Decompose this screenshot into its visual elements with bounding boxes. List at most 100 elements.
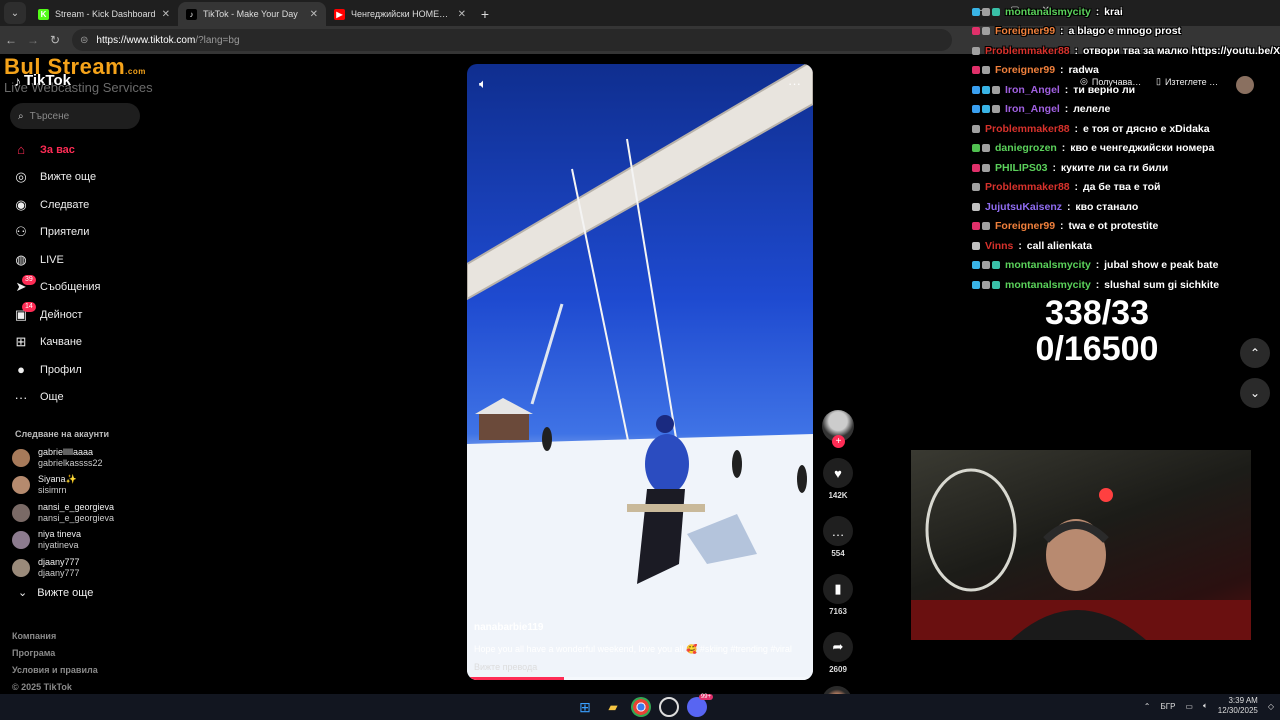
chat-text: a blago e mnogo prost	[1068, 25, 1182, 38]
video-progress-bar[interactable]	[467, 677, 813, 680]
tab-close-icon[interactable]: ✕	[310, 9, 318, 20]
follow-plus-icon[interactable]: +	[832, 435, 845, 448]
site-info-icon[interactable]: ⊜	[80, 35, 88, 46]
see-translation-link[interactable]: Вижте превода	[474, 662, 806, 672]
volume-tray-icon[interactable]: 🔈︎	[1203, 701, 1208, 711]
home-icon: ⌂	[17, 142, 25, 158]
bookmark-icon[interactable]: ▮	[823, 574, 853, 604]
nav-item-friends[interactable]: ⚇ Приятели	[12, 219, 178, 247]
nav-item-live[interactable]: ◍ LIVE	[12, 246, 178, 274]
account-username: nansi_e_georgieva	[38, 512, 115, 523]
save-action: ▮ 7163	[822, 574, 854, 616]
language-indicator[interactable]: БГР	[1161, 702, 1176, 711]
url-input[interactable]: ⊜ https://www.tiktok.com/?lang=bg	[72, 29, 952, 51]
chat-username: Iron_Angel	[1005, 103, 1060, 116]
account-avatar	[12, 558, 30, 577]
next-video-button[interactable]: ⌄	[1240, 378, 1270, 408]
video-player[interactable]: 🔈︎ ··· nanabarbie119 Hope you all have a…	[467, 64, 813, 680]
nav-item-activity[interactable]: ▣ Дейност 14	[12, 301, 178, 329]
chevron-down-icon: ⌄	[1249, 386, 1261, 400]
more-options-icon[interactable]: ···	[788, 76, 801, 92]
chat-username: Problemmaker88	[985, 122, 1070, 135]
browser-tab[interactable]: K Stream - Kick Dashboard ✕	[30, 2, 178, 26]
chat-badge-icon	[992, 7, 1000, 16]
tray-chevron-icon[interactable]: ⌃	[1144, 702, 1151, 711]
tab-close-icon[interactable]: ✕	[458, 9, 466, 20]
tab-favicon-icon: ▶	[334, 8, 345, 20]
see-more-button[interactable]: ⌄ Вижте още	[18, 586, 93, 600]
nav-item-messages[interactable]: ➤ Съобщения 39	[12, 274, 178, 302]
nav-item-compass[interactable]: ◎ Вижте още	[12, 164, 178, 192]
following-account[interactable]: niya tineva niyatineva	[12, 527, 178, 555]
video-username[interactable]: nanabarbie119	[474, 622, 806, 633]
search-input[interactable]: ⌕ Търсене	[10, 103, 140, 129]
following-accounts-list: gabrielllllaaaa gabrielkassss22 Siyana✨ sis…	[12, 444, 178, 582]
counter-line-1: 338/33	[1045, 294, 1149, 332]
bulstream-domain: .com	[125, 67, 146, 76]
footer-link[interactable]: Условия и правила	[12, 662, 98, 679]
nav-item-home[interactable]: ⌂ За вас	[12, 136, 178, 164]
search-icon: ⌕	[18, 110, 24, 122]
chat-message: Problemmaker88 : е тоя от дясно е xDidak…	[972, 119, 1280, 139]
footer-link[interactable]: Компания	[12, 628, 98, 645]
windows-start-icon[interactable]: ⊞	[575, 697, 595, 717]
chat-separator: :	[1049, 161, 1059, 174]
chat-text: call alienkata	[1026, 239, 1093, 252]
file-explorer-icon[interactable]: ▰	[603, 697, 623, 717]
video-description: Hope you all have a wonderful weekend, l…	[474, 644, 792, 654]
clock-date: 12/30/2025	[1217, 706, 1258, 715]
following-section-title: Следване на акаунти	[15, 429, 110, 439]
video-top-controls: 🔈︎ ···	[479, 76, 801, 92]
browser-tab[interactable]: ▶ Ченгеджийски НОМЕРА - You ✕	[326, 2, 474, 26]
new-tab-button[interactable]: +	[474, 6, 496, 22]
sidebar-footer: Компания Програма Условия и правила © 2025 …	[12, 628, 98, 696]
account-name: gabrielllllaaaa	[38, 446, 94, 457]
footer-link[interactable]: Програма	[12, 645, 98, 662]
chat-username: Iron_Angel	[1005, 83, 1060, 96]
reload-icon[interactable]: ↻	[44, 33, 66, 47]
nav-item-upload[interactable]: ⊞ Качване	[12, 329, 178, 357]
clock[interactable]: 3:39 AM 12/30/2025	[1218, 696, 1258, 716]
chat-separator: :	[1057, 64, 1067, 77]
tab-search-button[interactable]: ⌄	[4, 2, 26, 24]
chat-badge-icon	[972, 144, 980, 153]
bulstream-name: Bul Stream	[4, 54, 126, 79]
chat-badge-icon	[982, 163, 990, 172]
chat-badge-icon	[982, 27, 990, 36]
account-text: djaany777 djaany777	[38, 557, 80, 579]
obs-icon[interactable]	[659, 697, 679, 717]
nav-item-profile[interactable]: ● Профил	[12, 356, 178, 384]
volume-icon[interactable]: 🔈︎	[479, 76, 487, 92]
chat-message: montanalsmycity : krai	[972, 2, 1280, 22]
webcam-image	[911, 468, 1251, 640]
following-account[interactable]: nansi_e_georgieva nansi_e_georgieva	[12, 499, 178, 527]
back-icon[interactable]: ←	[0, 33, 22, 47]
chrome-icon[interactable]	[631, 697, 651, 717]
chat-badge-icon	[972, 105, 980, 114]
forward-icon[interactable]: →	[22, 33, 44, 47]
video-frame	[467, 64, 813, 680]
following-account[interactable]: Siyana✨ sisimrn	[12, 472, 178, 500]
chat-message: JujutsuKaisenz : кво станало	[972, 197, 1280, 217]
notification-icon[interactable]: ◇	[1268, 702, 1274, 711]
previous-video-button[interactable]: ⌃	[1240, 338, 1270, 368]
url-path: /?lang=bg	[195, 34, 240, 46]
nav-item-label: Качване	[40, 336, 83, 349]
browser-tab[interactable]: ♪ TikTok - Make Your Day ✕	[178, 2, 326, 26]
search-placeholder: Търсене	[29, 110, 70, 122]
following-account[interactable]: djaany777 djaany777	[12, 554, 178, 582]
share-icon[interactable]: ➦	[823, 632, 853, 662]
tab-close-icon[interactable]: ✕	[162, 9, 170, 20]
windows-taskbar: ⊞ ▰ 99+ ⌃ БГР ▭ 🔈︎ 3:39 AM 12/30/2025 ◇	[0, 694, 1280, 720]
comment-icon[interactable]: …	[823, 516, 853, 546]
creator-avatar[interactable]: +	[822, 410, 854, 448]
nav-item-more[interactable]: ··· Още	[12, 384, 178, 412]
nav-item-following[interactable]: ◉ Следвате	[12, 191, 178, 219]
heart-icon[interactable]: ♥	[823, 458, 853, 488]
network-icon[interactable]: ▭	[1185, 702, 1193, 711]
chat-badge-icon	[992, 280, 1000, 289]
chat-badge-icon	[972, 202, 980, 211]
following-account[interactable]: gabrielllllaaaa gabrielkassss22	[12, 444, 178, 472]
chat-badge-icon	[982, 144, 990, 153]
discord-icon[interactable]: 99+	[687, 694, 713, 717]
